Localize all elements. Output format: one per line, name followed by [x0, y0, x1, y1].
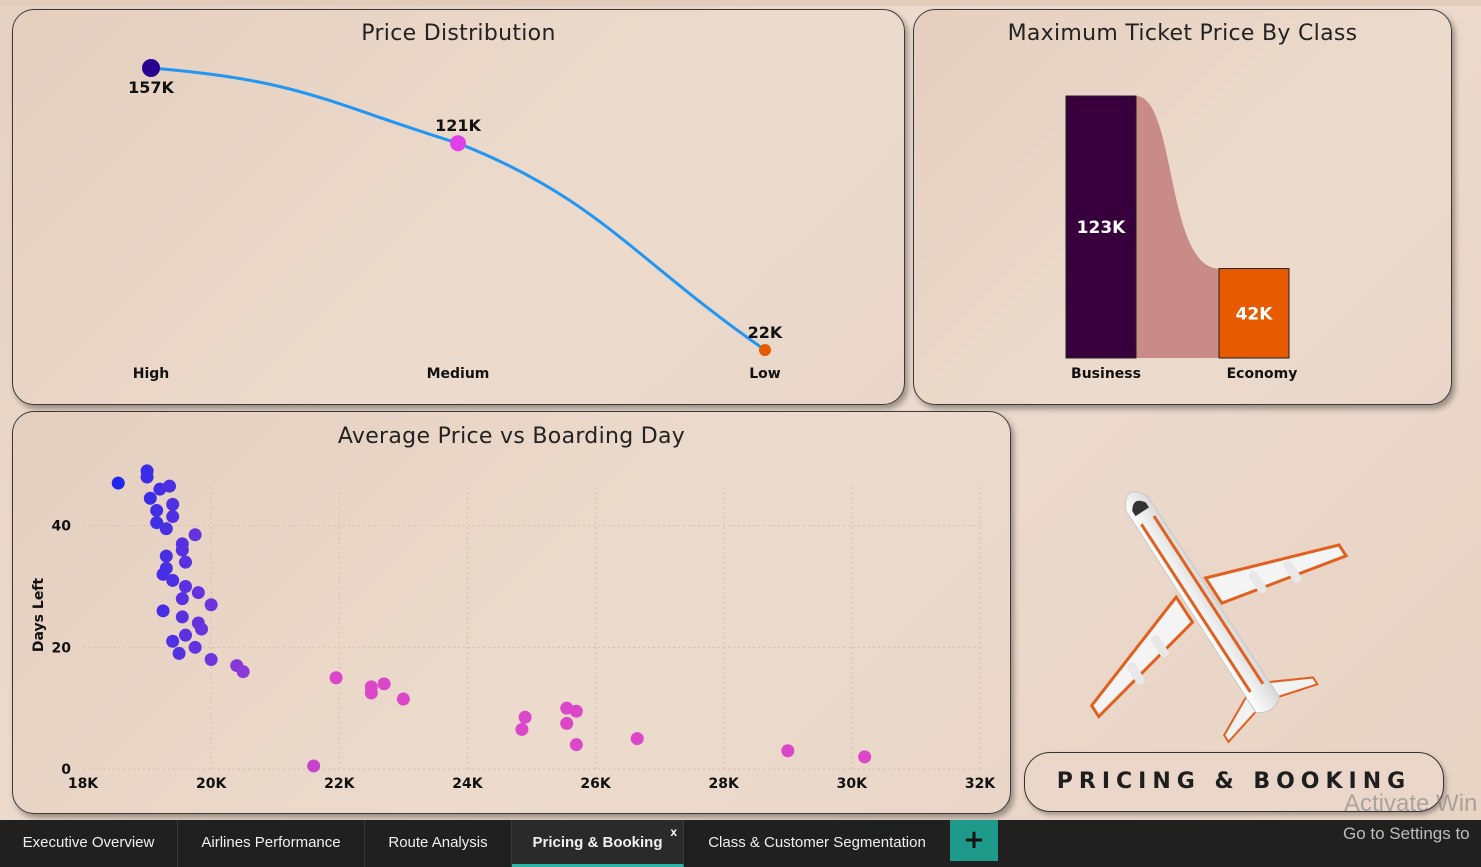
price-line	[150, 66, 766, 352]
scatter-point	[166, 634, 180, 648]
scatter-point	[159, 549, 173, 563]
max-ticket-price-panel: Maximum Ticket Price By Class 123K Busine…	[913, 9, 1452, 405]
scatter-point	[143, 491, 157, 505]
scatter-point	[195, 622, 209, 636]
y-tick-label: 40	[52, 519, 72, 535]
scatter-point	[188, 528, 202, 542]
scatter-point	[150, 503, 164, 517]
scatter-point	[364, 686, 378, 700]
scatter-point	[159, 522, 173, 536]
price-data-label: 157K	[128, 78, 174, 97]
activate-windows-watermark: Activate Win	[1344, 790, 1478, 817]
airplane-illustration	[1089, 491, 1349, 744]
scatter-point	[569, 704, 583, 718]
y-tick-label: 0	[61, 762, 71, 778]
scatter-point	[179, 580, 193, 593]
scatter-point	[188, 640, 202, 654]
scatter-point	[175, 592, 189, 606]
price-distribution-chart: 157K High 121K Medium 22K Low	[128, 59, 783, 382]
go-to-settings-watermark: Go to Settings to	[1343, 824, 1470, 843]
tab-pricing-booking[interactable]: Pricing & Booking x	[512, 820, 684, 867]
tab-label: Executive Overview	[22, 834, 155, 851]
tab-label: Route Analysis	[388, 834, 488, 851]
price-data-label: 121K	[435, 116, 481, 135]
bar-category-label: Economy	[1227, 366, 1298, 382]
scatter-point	[569, 738, 583, 752]
scatter-point	[858, 750, 872, 764]
scatter-point	[140, 470, 154, 484]
scatter-point	[307, 759, 321, 773]
close-tab-icon[interactable]: x	[670, 826, 677, 838]
scatter-point	[377, 677, 391, 691]
price-point-medium	[450, 135, 466, 152]
scatter-point	[329, 671, 343, 685]
scatter-point	[781, 744, 795, 758]
scatter-point	[630, 732, 644, 746]
price-category-label: High	[133, 366, 170, 382]
scatter-point	[175, 610, 189, 624]
x-tick-label: 20K	[196, 776, 227, 792]
scatter-point	[175, 543, 189, 557]
max-ticket-price-chart: 123K Business 42K Economy	[1065, 95, 1298, 382]
x-tick-label: 24K	[452, 776, 483, 792]
tab-executive-overview[interactable]: Executive Overview	[0, 820, 178, 867]
tab-class-customer-segmentation[interactable]: Class & Customer Segmentation	[685, 820, 949, 867]
y-tick-label: 20	[52, 640, 72, 656]
scatter-point	[179, 628, 193, 642]
tab-airlines-performance[interactable]: Airlines Performance	[178, 820, 365, 867]
add-page-button[interactable]: +	[950, 820, 998, 861]
price-category-label: Low	[749, 366, 781, 382]
scatter-point	[518, 710, 532, 724]
scatter-point	[204, 598, 218, 612]
x-tick-label: 32K	[965, 776, 996, 792]
x-tick-label: 30K	[837, 776, 868, 792]
scatter-point	[191, 586, 205, 600]
scatter-point	[396, 692, 410, 706]
price-distribution-panel: Price Distribution 157K High 121K Medium 22K…	[12, 9, 905, 405]
scatter-point	[111, 476, 125, 490]
price-category-label: Medium	[427, 366, 490, 382]
price-data-label: 22K	[748, 323, 783, 342]
scatter-point	[166, 573, 180, 587]
scatter-point	[166, 510, 180, 524]
x-tick-label: 18K	[68, 776, 99, 792]
tab-label: Class & Customer Segmentation	[708, 834, 926, 851]
x-tick-label: 26K	[580, 776, 611, 792]
scatter-point	[236, 665, 250, 679]
price-point-low	[759, 344, 771, 356]
scatter-point	[179, 555, 193, 569]
x-tick-label: 28K	[709, 776, 740, 792]
tab-route-analysis[interactable]: Route Analysis	[365, 820, 512, 867]
scatter-point	[515, 722, 529, 736]
bar-data-label: 42K	[1236, 304, 1274, 324]
x-tick-label: 22K	[324, 776, 355, 792]
price-vs-boarding-panel: Average Price vs Boarding Day 18K 20K 22K 2…	[12, 411, 1011, 814]
scatter-point	[162, 479, 176, 493]
scatter-point	[156, 604, 170, 618]
bar-data-label: 123K	[1077, 218, 1126, 238]
tab-label: Airlines Performance	[201, 834, 341, 851]
scatter-point	[560, 716, 574, 730]
price-point-high	[142, 59, 160, 77]
price-vs-boarding-chart: 18K 20K 22K 24K 26K 28K 30K 32K 0 20 40 Days Left	[31, 464, 996, 792]
y-axis-label: Days Left	[31, 578, 47, 652]
scatter-point	[204, 653, 218, 666]
bar-category-label: Business	[1071, 366, 1141, 382]
bar-ribbon	[1136, 96, 1219, 358]
page-tab-bar: Executive Overview Airlines Performance …	[0, 820, 1481, 867]
top-strip	[0, 0, 1481, 6]
scatter-point	[172, 646, 186, 660]
scatter-point	[166, 497, 180, 511]
tab-label: Pricing & Booking	[532, 834, 663, 851]
